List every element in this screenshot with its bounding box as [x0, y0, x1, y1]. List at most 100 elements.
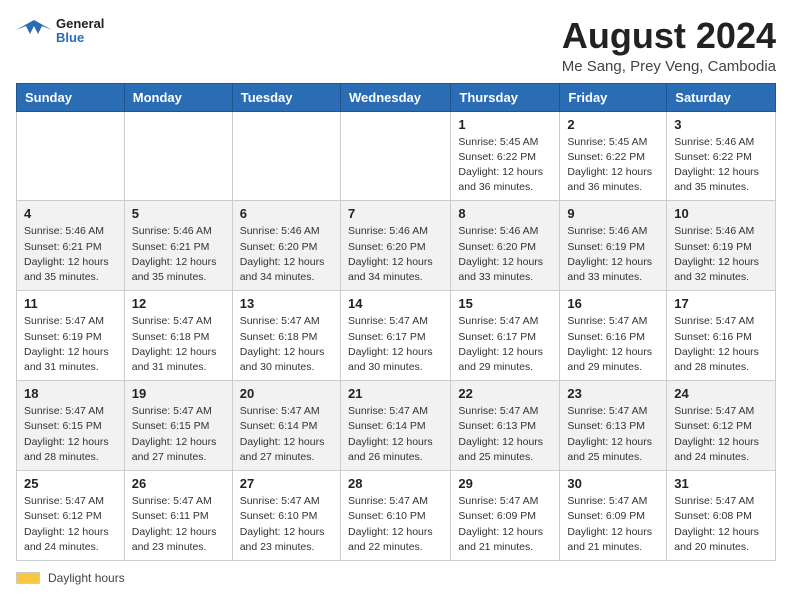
day-number: 22 [458, 386, 552, 401]
day-number: 18 [24, 386, 117, 401]
day-info: Sunrise: 5:46 AM Sunset: 6:20 PM Dayligh… [458, 224, 552, 285]
day-number: 4 [24, 206, 117, 221]
day-number: 21 [348, 386, 443, 401]
calendar-subtitle: Me Sang, Prey Veng, Cambodia [562, 58, 776, 75]
day-info: Sunrise: 5:47 AM Sunset: 6:17 PM Dayligh… [458, 314, 552, 375]
day-info: Sunrise: 5:47 AM Sunset: 6:19 PM Dayligh… [24, 314, 117, 375]
day-number: 26 [132, 476, 225, 491]
week-row-1: 1 Sunrise: 5:45 AM Sunset: 6:22 PM Daylig… [17, 111, 776, 201]
day-info: Sunrise: 5:47 AM Sunset: 6:10 PM Dayligh… [240, 494, 333, 555]
day-info: Sunrise: 5:47 AM Sunset: 6:14 PM Dayligh… [240, 404, 333, 465]
day-cell: 8 Sunrise: 5:46 AM Sunset: 6:20 PM Daylig… [451, 201, 560, 291]
day-info: Sunrise: 5:46 AM Sunset: 6:20 PM Dayligh… [348, 224, 443, 285]
day-cell: 17Sunrise: 5:47 AM Sunset: 6:16 PM Dayli… [667, 291, 776, 381]
weekday-header-monday: Monday [124, 83, 232, 111]
day-info: Sunrise: 5:47 AM Sunset: 6:13 PM Dayligh… [458, 404, 552, 465]
day-cell: 19Sunrise: 5:47 AM Sunset: 6:15 PM Dayli… [124, 381, 232, 471]
day-number: 7 [348, 206, 443, 221]
day-cell: 7 Sunrise: 5:46 AM Sunset: 6:20 PM Daylig… [340, 201, 450, 291]
day-cell: 26 Sunrise: 5:47 AM Sunset: 6:11 PM Dayli… [124, 471, 232, 561]
day-cell: 2 Sunrise: 5:45 AM Sunset: 6:22 PM Daylig… [560, 111, 667, 201]
day-number: 5 [132, 206, 225, 221]
day-cell: 25 Sunrise: 5:47 AM Sunset: 6:12 PM Dayli… [17, 471, 125, 561]
logo: General Blue [16, 16, 104, 46]
day-info: Sunrise: 5:47 AM Sunset: 6:08 PM Dayligh… [674, 494, 768, 555]
weekday-header-sunday: Sunday [17, 83, 125, 111]
day-number: 9 [567, 206, 659, 221]
day-info: Sunrise: 5:47 AM Sunset: 6:17 PM Dayligh… [348, 314, 443, 375]
legend-label: Daylight hours [48, 571, 125, 585]
day-cell [17, 111, 125, 201]
day-cell: 30Sunrise: 5:47 AM Sunset: 6:09 PM Dayli… [560, 471, 667, 561]
logo-line1: General [56, 17, 104, 31]
day-cell: 10 Sunrise: 5:46 AM Sunset: 6:19 PM Dayli… [667, 201, 776, 291]
day-cell: 29 Sunrise: 5:47 AM Sunset: 6:09 PM Dayli… [451, 471, 560, 561]
day-info: Sunrise: 5:47 AM Sunset: 6:10 PM Dayligh… [348, 494, 443, 555]
day-info: Sunrise: 5:46 AM Sunset: 6:19 PM Dayligh… [674, 224, 768, 285]
day-cell: 13 Sunrise: 5:47 AM Sunset: 6:18 PM Dayli… [232, 291, 340, 381]
day-cell: 18 Sunrise: 5:47 AM Sunset: 6:15 PM Dayli… [17, 381, 125, 471]
day-cell: 6 Sunrise: 5:46 AM Sunset: 6:20 PM Daylig… [232, 201, 340, 291]
day-number: 30 [567, 476, 659, 491]
day-info: Sunrise: 5:47 AM Sunset: 6:12 PM Dayligh… [24, 494, 117, 555]
day-info: Sunrise: 5:46 AM Sunset: 6:21 PM Dayligh… [24, 224, 117, 285]
title-area: August 2024 Me Sang, Prey Veng, Cambodia [562, 16, 776, 75]
day-number: 2 [567, 117, 659, 132]
day-cell: 9 Sunrise: 5:46 AM Sunset: 6:19 PM Daylig… [560, 201, 667, 291]
header: General Blue August 2024 Me Sang, Prey V… [16, 16, 776, 75]
week-row-5: 25 Sunrise: 5:47 AM Sunset: 6:12 PM Dayli… [17, 471, 776, 561]
day-number: 11 [24, 296, 117, 311]
day-number: 10 [674, 206, 768, 221]
day-info: Sunrise: 5:47 AM Sunset: 6:09 PM Dayligh… [458, 494, 552, 555]
legend-bar-icon [16, 572, 40, 584]
day-number: 1 [458, 117, 552, 132]
day-info: Sunrise: 5:46 AM Sunset: 6:19 PM Dayligh… [567, 224, 659, 285]
day-info: Sunrise: 5:45 AM Sunset: 6:22 PM Dayligh… [567, 135, 659, 196]
day-info: Sunrise: 5:45 AM Sunset: 6:22 PM Dayligh… [458, 135, 552, 196]
day-info: Sunrise: 5:46 AM Sunset: 6:21 PM Dayligh… [132, 224, 225, 285]
day-cell: 11 Sunrise: 5:47 AM Sunset: 6:19 PM Dayli… [17, 291, 125, 381]
calendar-title: August 2024 [562, 16, 776, 56]
weekday-header-thursday: Thursday [451, 83, 560, 111]
day-info: Sunrise: 5:47 AM Sunset: 6:14 PM Dayligh… [348, 404, 443, 465]
week-row-2: 4 Sunrise: 5:46 AM Sunset: 6:21 PM Daylig… [17, 201, 776, 291]
day-info: Sunrise: 5:47 AM Sunset: 6:18 PM Dayligh… [240, 314, 333, 375]
day-number: 3 [674, 117, 768, 132]
day-cell [232, 111, 340, 201]
week-row-4: 18 Sunrise: 5:47 AM Sunset: 6:15 PM Dayli… [17, 381, 776, 471]
day-number: 6 [240, 206, 333, 221]
logo-line2: Blue [56, 31, 104, 45]
week-row-3: 11 Sunrise: 5:47 AM Sunset: 6:19 PM Dayli… [17, 291, 776, 381]
day-number: 13 [240, 296, 333, 311]
day-cell: 16Sunrise: 5:47 AM Sunset: 6:16 PM Dayli… [560, 291, 667, 381]
day-cell: 23 Sunrise: 5:47 AM Sunset: 6:13 PM Dayli… [560, 381, 667, 471]
day-info: Sunrise: 5:47 AM Sunset: 6:11 PM Dayligh… [132, 494, 225, 555]
logo-text: General Blue [56, 17, 104, 46]
day-number: 28 [348, 476, 443, 491]
day-cell: 24 Sunrise: 5:47 AM Sunset: 6:12 PM Dayli… [667, 381, 776, 471]
day-cell: 15 Sunrise: 5:47 AM Sunset: 6:17 PM Dayli… [451, 291, 560, 381]
day-cell: 27 Sunrise: 5:47 AM Sunset: 6:10 PM Dayli… [232, 471, 340, 561]
day-cell: 3Sunrise: 5:46 AM Sunset: 6:22 PM Daylig… [667, 111, 776, 201]
day-number: 25 [24, 476, 117, 491]
weekday-header-friday: Friday [560, 83, 667, 111]
day-number: 19 [132, 386, 225, 401]
legend-area: Daylight hours [16, 571, 776, 585]
weekday-header-saturday: Saturday [667, 83, 776, 111]
day-number: 12 [132, 296, 225, 311]
day-info: Sunrise: 5:47 AM Sunset: 6:12 PM Dayligh… [674, 404, 768, 465]
day-number: 8 [458, 206, 552, 221]
day-number: 29 [458, 476, 552, 491]
day-cell: 31Sunrise: 5:47 AM Sunset: 6:08 PM Dayli… [667, 471, 776, 561]
day-info: Sunrise: 5:47 AM Sunset: 6:15 PM Dayligh… [24, 404, 117, 465]
day-info: Sunrise: 5:47 AM Sunset: 6:16 PM Dayligh… [674, 314, 768, 375]
day-number: 27 [240, 476, 333, 491]
day-number: 15 [458, 296, 552, 311]
day-number: 23 [567, 386, 659, 401]
day-info: Sunrise: 5:46 AM Sunset: 6:20 PM Dayligh… [240, 224, 333, 285]
day-info: Sunrise: 5:47 AM Sunset: 6:13 PM Dayligh… [567, 404, 659, 465]
day-number: 20 [240, 386, 333, 401]
day-number: 24 [674, 386, 768, 401]
day-cell: 22 Sunrise: 5:47 AM Sunset: 6:13 PM Dayli… [451, 381, 560, 471]
day-cell: 21 Sunrise: 5:47 AM Sunset: 6:14 PM Dayli… [340, 381, 450, 471]
